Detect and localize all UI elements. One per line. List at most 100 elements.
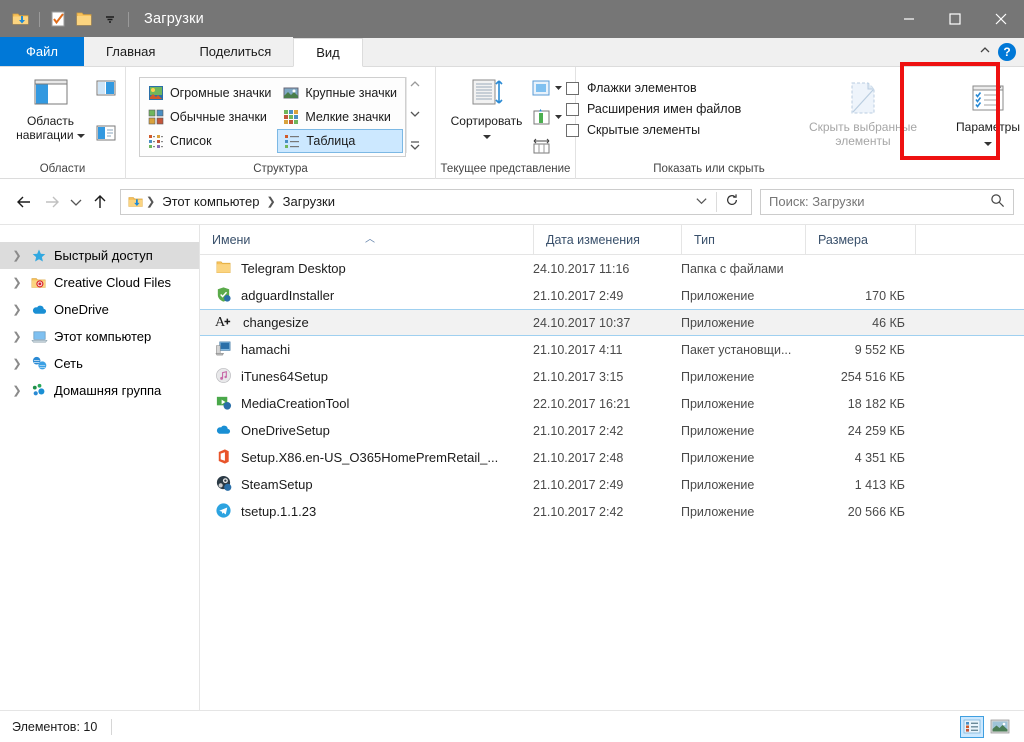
column-header-size[interactable]: Размера — [805, 224, 915, 255]
computer-icon — [30, 328, 48, 346]
checkbox-file-extensions[interactable]: Расширения имен файлов — [566, 102, 800, 116]
chevron-right-icon[interactable]: ❯ — [10, 384, 24, 397]
refresh-icon[interactable] — [717, 193, 747, 210]
quick-access-toolbar — [0, 0, 134, 38]
tab-home[interactable]: Главная — [83, 37, 178, 66]
file-rows: Telegram Desktop 24.10.2017 11:16 Папка … — [200, 255, 1024, 525]
chevron-right-icon[interactable]: ❯ — [10, 303, 24, 316]
properties-icon[interactable] — [45, 6, 71, 32]
checkbox-item-checkboxes[interactable]: Флажки элементов — [566, 81, 800, 95]
column-header-date[interactable]: Дата изменения — [533, 224, 681, 255]
sidebar-item-quick-access[interactable]: ❯ Быстрый доступ — [0, 242, 199, 269]
minimize-button[interactable] — [886, 0, 932, 38]
close-button[interactable] — [978, 0, 1024, 38]
new-folder-icon[interactable] — [71, 6, 97, 32]
sidebar-item-homegroup[interactable]: ❯ Домашняя группа — [0, 377, 199, 404]
file-type: Приложение — [681, 396, 755, 411]
table-row[interactable]: Telegram Desktop 24.10.2017 11:16 Папка … — [200, 255, 1024, 282]
layout-gallery-scroll[interactable] — [406, 77, 422, 153]
table-row[interactable]: OneDriveSetup 21.10.2017 2:42 Приложение… — [200, 417, 1024, 444]
layout-item-list[interactable]: Список — [142, 129, 277, 153]
breadcrumb[interactable]: ❯ Этот компьютер ❯ Загрузки — [120, 188, 752, 215]
customize-qat-chevron[interactable] — [97, 6, 123, 32]
telegram-icon — [215, 502, 232, 522]
column-header-name[interactable]: Имени ︿ — [200, 225, 533, 255]
sidebar-label-onedrive: OneDrive — [54, 302, 109, 317]
sidebar-item-network[interactable]: ❯ Сеть — [0, 350, 199, 377]
layout-item-large[interactable]: Крупные значки — [277, 81, 403, 105]
file-size: 24 259 КБ — [847, 423, 905, 438]
address-dropdown-icon[interactable] — [687, 194, 716, 210]
column-header-type[interactable]: Тип — [681, 224, 805, 255]
layout-item-details[interactable]: Таблица — [277, 129, 404, 153]
details-pane-button[interactable] — [94, 121, 118, 145]
chevron-up-icon[interactable] — [978, 43, 992, 60]
breadcrumb-item-this-pc[interactable]: Этот компьютер — [157, 194, 264, 209]
checkbox-hidden-items[interactable]: Скрытые элементы — [566, 123, 800, 137]
table-row[interactable]: hamachi 21.10.2017 4:11 Пакет установщи.… — [200, 336, 1024, 363]
options-button[interactable]: Параметры — [943, 75, 1024, 150]
help-button[interactable]: ? — [998, 42, 1016, 61]
file-name-cell: OneDriveSetup — [200, 421, 533, 441]
checkbox-icon[interactable] — [566, 102, 579, 116]
layout-item-extra-large[interactable]: Огромные значки — [142, 81, 277, 105]
breadcrumb-item-downloads[interactable]: Загрузки — [278, 194, 340, 209]
sidebar-item-creative-cloud[interactable]: ❯ Creative Cloud Files — [0, 269, 199, 296]
table-row[interactable]: iTunes64Setup 21.10.2017 3:15 Приложение… — [200, 363, 1024, 390]
recent-locations-button[interactable] — [66, 188, 86, 216]
table-row[interactable]: A changesize 24.10.2017 10:37 Приложение… — [200, 309, 1024, 336]
downloads-folder-icon[interactable] — [8, 6, 34, 32]
ribbon-group-label-panes: Области — [39, 163, 86, 175]
checkbox-icon[interactable] — [566, 81, 579, 95]
preview-pane-button[interactable] — [94, 76, 118, 100]
chevron-right-icon[interactable]: ❯ — [10, 330, 24, 343]
breadcrumb-separator[interactable]: ❯ — [144, 195, 157, 208]
gallery-expand-icon[interactable] — [410, 140, 420, 150]
chevron-right-icon[interactable]: ❯ — [10, 276, 24, 289]
file-size: 18 182 КБ — [847, 396, 905, 411]
layout-item-medium[interactable]: Обычные значки — [142, 105, 277, 129]
tab-share[interactable]: Поделиться — [177, 37, 294, 66]
ribbon-group-layout: Огромные значки Крупные значки Обычные з… — [126, 67, 436, 179]
file-type: Приложение — [681, 288, 755, 303]
details-view-button[interactable] — [960, 715, 984, 738]
breadcrumb-separator-2[interactable]: ❯ — [264, 195, 277, 208]
navigation-pane-button[interactable]: Область навигации — [14, 73, 88, 142]
large-icons-icon — [283, 87, 299, 99]
layout-item-small[interactable]: Мелкие значки — [277, 105, 403, 129]
ribbon-group-current-view: Сортировать Текущее представление — [436, 67, 576, 179]
window-controls — [886, 0, 1024, 38]
checkbox-icon[interactable] — [566, 123, 579, 137]
table-row[interactable]: tsetup.1.1.23 21.10.2017 2:42 Приложение… — [200, 498, 1024, 525]
sort-button[interactable]: Сортировать — [445, 73, 529, 143]
scroll-up-icon[interactable] — [410, 80, 420, 88]
sidebar-item-onedrive[interactable]: ❯ OneDrive — [0, 296, 199, 323]
chevron-right-icon[interactable]: ❯ — [10, 249, 24, 262]
chevron-down-icon[interactable] — [482, 134, 491, 139]
table-row[interactable]: adguardInstaller 21.10.2017 2:49 Приложе… — [200, 282, 1024, 309]
view-buttons — [960, 715, 1012, 738]
back-button[interactable] — [10, 188, 38, 216]
chevron-down-icon[interactable] — [984, 141, 992, 146]
search-input[interactable]: Поиск: Загрузки — [760, 188, 1014, 215]
search-icon[interactable] — [990, 193, 1005, 211]
chevron-right-icon[interactable]: ❯ — [10, 357, 24, 370]
navigation-pane-label-2: навигации — [16, 128, 74, 142]
chevron-down-icon[interactable] — [76, 133, 85, 138]
svg-text:A: A — [215, 314, 226, 330]
tab-file[interactable]: Файл — [0, 37, 84, 66]
scroll-down-icon[interactable] — [410, 110, 420, 118]
tab-view[interactable]: Вид — [293, 38, 363, 67]
show-hide-checkboxes: Флажки элементов Расширения имен файлов … — [560, 75, 800, 137]
maximize-button[interactable] — [932, 0, 978, 38]
up-button[interactable] — [86, 188, 114, 216]
table-row[interactable]: Setup.X86.en-US_O365HomePremRetail_... 2… — [200, 444, 1024, 471]
file-date: 21.10.2017 2:48 — [533, 450, 624, 465]
sidebar-item-this-pc[interactable]: ❯ Этот компьютер — [0, 323, 199, 350]
table-row[interactable]: MediaCreationTool 22.10.2017 16:21 Прило… — [200, 390, 1024, 417]
file-name: changesize — [243, 315, 309, 330]
table-row[interactable]: SteamSetup 21.10.2017 2:49 Приложение 1 … — [200, 471, 1024, 498]
column-header-extra[interactable] — [915, 224, 975, 255]
thumbnails-view-icon — [990, 719, 1010, 734]
thumbnails-view-button[interactable] — [988, 716, 1012, 738]
